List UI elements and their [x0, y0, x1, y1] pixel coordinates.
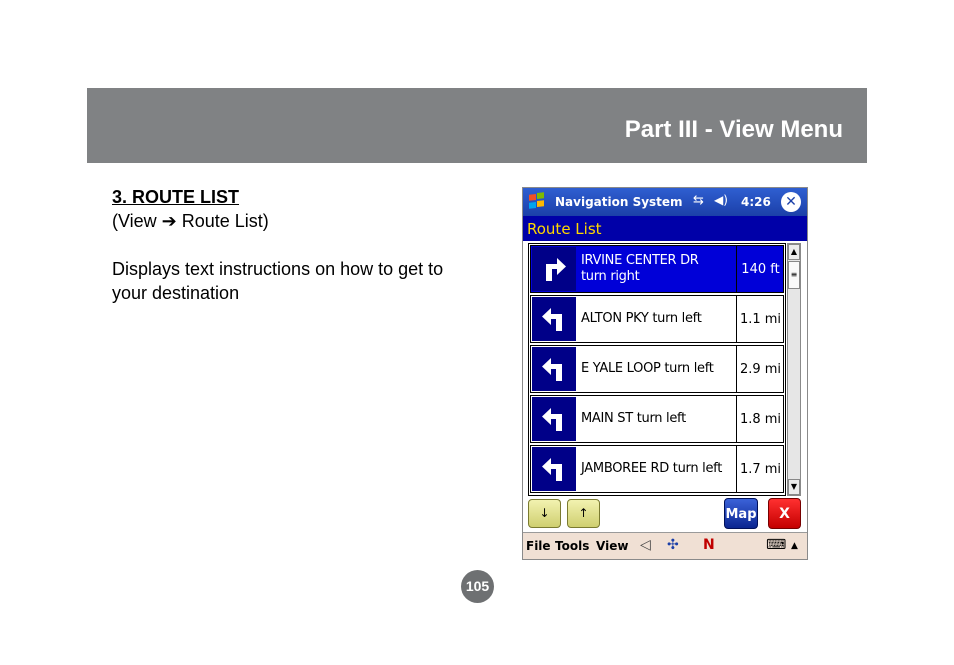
scroll-down-icon[interactable]: ▼	[788, 479, 800, 495]
route-street: E YALE LOOP turn left	[579, 346, 737, 392]
scroll-up-icon[interactable]: ▲	[788, 244, 800, 260]
title-bar: Navigation System ⇆ ◀) 4:26 ✕	[523, 188, 807, 216]
turn-left-icon	[532, 447, 576, 491]
turn-left-icon	[532, 297, 576, 341]
page-title: Part III - View Menu	[624, 116, 843, 143]
route-street: JAMBOREE RD turn left	[579, 446, 737, 492]
keyboard-icon[interactable]: ⌨	[766, 537, 786, 553]
close-icon[interactable]: ✕	[781, 192, 801, 212]
section-title: 3. ROUTE LIST	[112, 187, 240, 207]
route-row[interactable]: MAIN ST turn left 1.8 mi	[530, 395, 784, 443]
turn-right-icon	[532, 247, 576, 291]
header-band: Part III - View Menu	[87, 88, 867, 163]
clock[interactable]: 4:26	[741, 195, 771, 209]
route-row[interactable]: ALTON PKY turn left 1.1 mi	[530, 295, 784, 343]
menu-view[interactable]: View	[596, 539, 628, 553]
mute-icon[interactable]: ◁	[640, 537, 651, 553]
route-distance: 1.1 mi	[739, 311, 782, 327]
connectivity-icon[interactable]: ⇆	[693, 193, 704, 208]
app-title: Navigation System	[555, 195, 683, 209]
scroll-up-button[interactable]: ↑	[567, 499, 600, 528]
route-street: IRVINE CENTER DR turn right	[579, 246, 737, 292]
route-row[interactable]: JAMBOREE RD turn left 1.7 mi	[530, 445, 784, 493]
route-street: ALTON PKY turn left	[579, 296, 737, 342]
route-row[interactable]: E YALE LOOP turn left 2.9 mi	[530, 345, 784, 393]
map-button[interactable]: Map	[724, 498, 758, 529]
menu-tools[interactable]: Tools	[555, 539, 589, 553]
section-content: 3. ROUTE LIST (View ➔ Route List) Displa…	[112, 185, 482, 305]
menu-path: (View ➔ Route List)	[112, 211, 269, 231]
north-compass-icon[interactable]: N	[703, 537, 715, 553]
turn-left-icon	[532, 397, 576, 441]
satellite-icon[interactable]: ✣	[667, 537, 679, 553]
section-description: Displays text instructions on how to get…	[112, 259, 444, 303]
scroll-thumb[interactable]: ≡	[788, 261, 800, 289]
exit-button[interactable]: X	[768, 498, 801, 529]
route-list: IRVINE CENTER DR turn right 140 ft ALTON P…	[528, 243, 786, 496]
route-distance: 140 ft	[741, 261, 780, 277]
screen-title: Route List	[527, 220, 602, 238]
turn-left-icon	[532, 347, 576, 391]
volume-icon[interactable]: ◀)	[714, 193, 728, 207]
windows-start-icon[interactable]	[527, 192, 547, 212]
page-number: 105	[461, 570, 494, 603]
route-distance: 1.7 mi	[739, 461, 782, 477]
scrollbar[interactable]: ▲ ≡ ▼	[787, 243, 801, 496]
input-menu-icon[interactable]: ▲	[791, 541, 798, 551]
route-row[interactable]: IRVINE CENTER DR turn right 140 ft	[530, 245, 784, 293]
route-distance: 2.9 mi	[739, 361, 782, 377]
route-street: MAIN ST turn left	[579, 396, 737, 442]
pda-screenshot: Navigation System ⇆ ◀) 4:26 ✕ Route List…	[522, 187, 808, 560]
menu-bar: File Tools View ◁ ✣ N ⌨ ▲	[523, 532, 807, 559]
route-distance: 1.8 mi	[739, 411, 782, 427]
screen-header: Route List	[523, 216, 807, 241]
menu-file[interactable]: File	[526, 539, 551, 553]
scroll-down-button[interactable]: ↓	[528, 499, 561, 528]
